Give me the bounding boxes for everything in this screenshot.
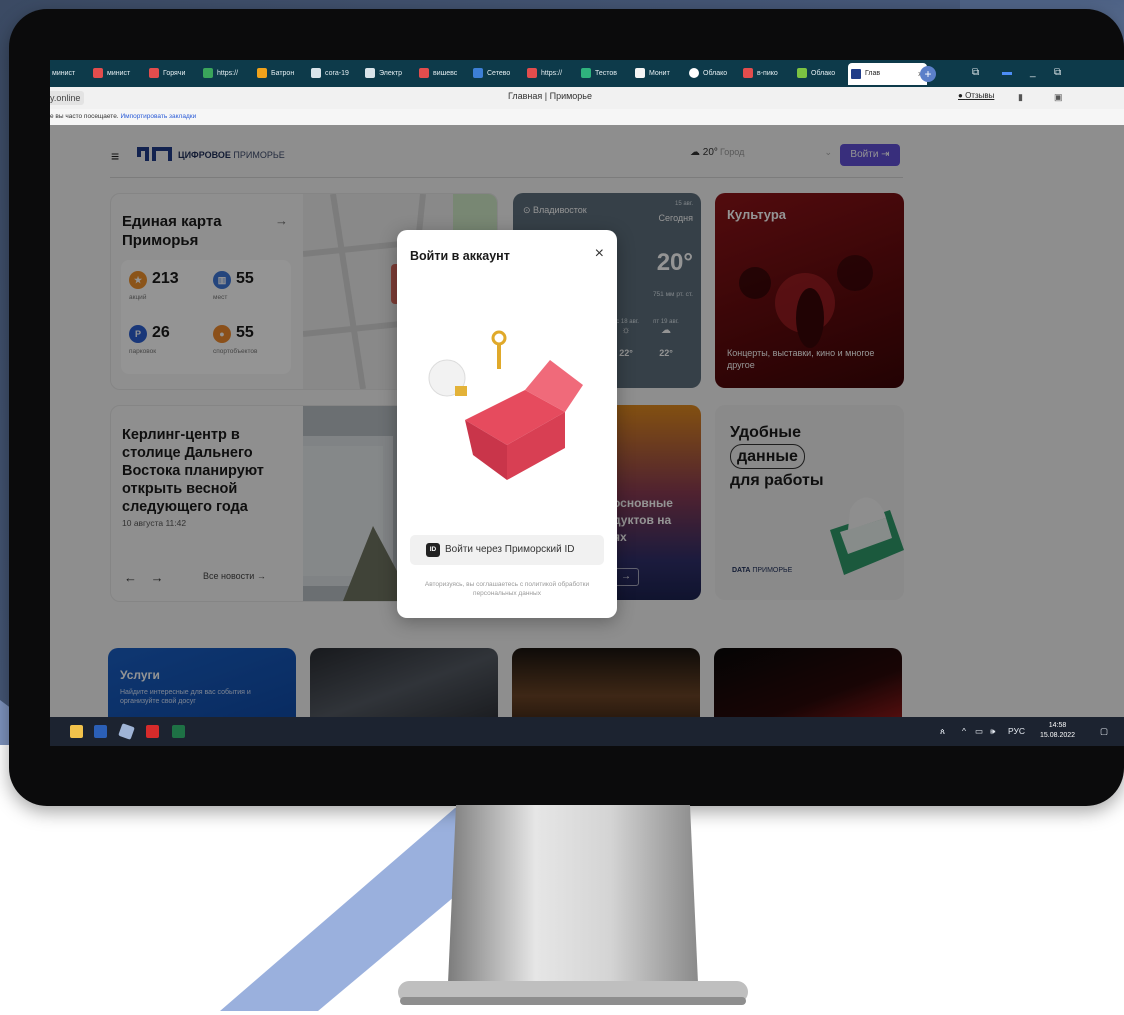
page-title: Главная | Приморье	[508, 91, 592, 101]
tab-active[interactable]: Глав×	[848, 63, 927, 85]
import-bookmarks-link[interactable]: Импортировать закладки	[120, 113, 196, 120]
yandex-icon	[527, 68, 537, 78]
box-key-illustration	[428, 330, 583, 480]
bookmarks-bar: е вы часто посещаете. Импортировать закл…	[50, 109, 1124, 125]
extensions-icon[interactable]: ▣	[1054, 92, 1063, 103]
privacy-note: Авторизуясь, вы соглашаетесь с политикой…	[424, 581, 590, 597]
new-tab-button[interactable]: +	[920, 66, 936, 82]
yandex-icon	[149, 68, 159, 78]
clock[interactable]: 14:58 15.08.2022	[1040, 721, 1075, 741]
feedback-button[interactable]: ● Отзывы	[958, 91, 994, 100]
bookmark-icon[interactable]: ▮	[1018, 92, 1023, 103]
bookmarks-hint: е вы часто посещаете.	[50, 113, 119, 120]
tab[interactable]: минист	[50, 66, 90, 81]
language-indicator[interactable]: РУС	[1008, 726, 1025, 736]
feedback-icon: ●	[958, 91, 966, 100]
yandex-icon	[419, 68, 429, 78]
site-icon	[581, 68, 591, 78]
file-explorer-icon[interactable]	[70, 725, 83, 738]
close-icon[interactable]: ×	[595, 245, 604, 263]
volume-icon[interactable]: 🕪	[990, 726, 995, 737]
monitor-screen: минист минист Горячи https:// Батрон сог…	[50, 60, 1124, 746]
site-icon	[257, 68, 267, 78]
cloud-icon	[689, 68, 699, 78]
id-icon: ID	[426, 543, 440, 557]
site-icon	[797, 68, 807, 78]
site-logo-icon	[851, 69, 861, 79]
people-icon[interactable]: ጰ	[940, 726, 945, 737]
taskbar: ጰ ^ ▭ 🕪 РУС 14:58 15.08.2022 ▢	[50, 717, 1124, 746]
doc-icon	[311, 68, 321, 78]
site-icon	[203, 68, 213, 78]
account-icon[interactable]: ▬	[1002, 67, 1012, 78]
yandex-icon	[743, 68, 753, 78]
primorsky-id-login-button[interactable]: ID Войти через Приморский ID	[410, 535, 604, 565]
word-icon[interactable]	[94, 725, 107, 738]
chevron-up-icon[interactable]: ^	[962, 726, 966, 736]
notes-icon[interactable]	[118, 723, 135, 740]
notifications-icon[interactable]: ▢	[1100, 726, 1108, 737]
site-icon	[473, 68, 483, 78]
modal-title: Войти в аккаунт	[410, 249, 510, 263]
pdf-icon[interactable]	[146, 725, 159, 738]
doc-icon	[365, 68, 375, 78]
monitor-stand	[398, 805, 748, 1005]
restore-icon[interactable]: ⧉	[1054, 67, 1061, 78]
collections-icon[interactable]: ⧉	[972, 67, 979, 78]
browser-tab-bar: минист минист Горячи https:// Батрон сог…	[50, 60, 1124, 87]
yandex-icon	[93, 68, 103, 78]
address-bar: y.online Главная | Приморье ● Отзывы ▮ ▣	[50, 87, 1124, 110]
excel-icon[interactable]	[172, 725, 185, 738]
login-modal: Войти в аккаунт × ID Войти через Приморс…	[397, 230, 617, 618]
network-icon[interactable]: ▭	[975, 726, 983, 737]
minimize-icon[interactable]: _	[1030, 67, 1036, 78]
site-icon	[635, 68, 645, 78]
